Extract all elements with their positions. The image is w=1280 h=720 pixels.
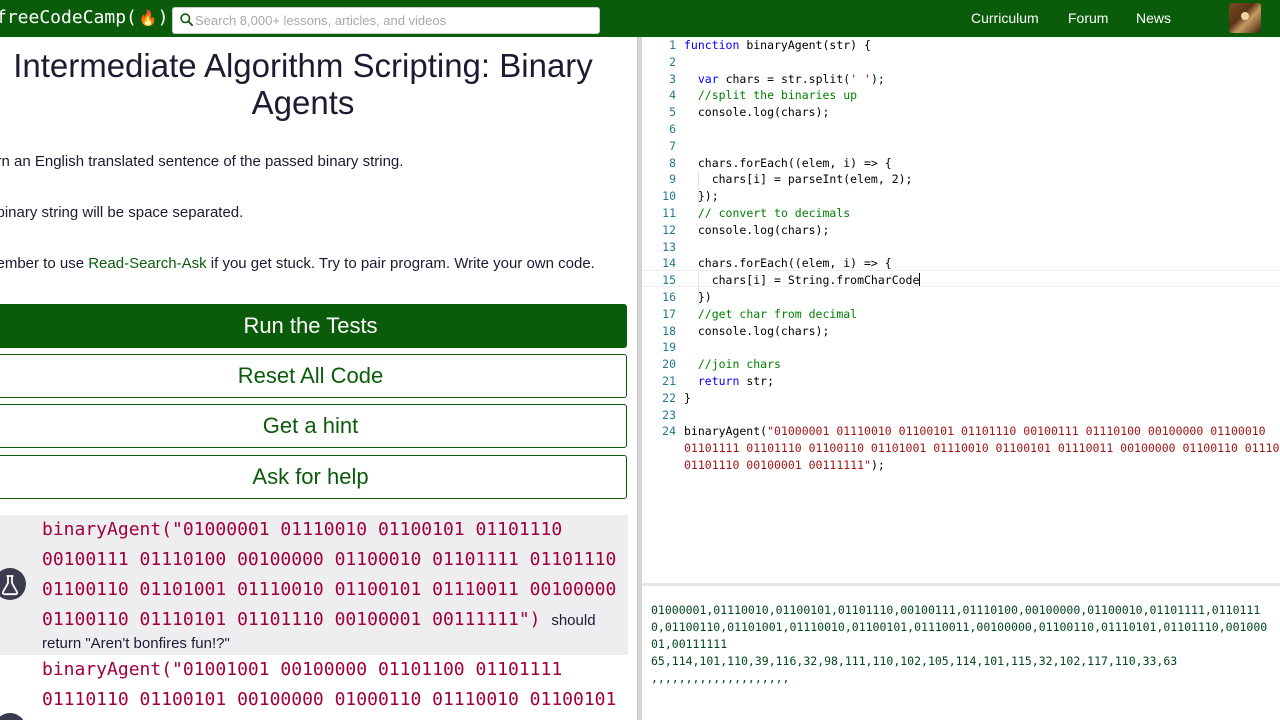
line-number: 14 bbox=[662, 256, 676, 271]
code-line[interactable]: }); bbox=[684, 189, 719, 203]
line-number: 13 bbox=[662, 239, 676, 254]
search-box[interactable] bbox=[172, 7, 600, 34]
line-number: 2 bbox=[669, 54, 676, 69]
console-output-line: 65,114,101,110,39,116,32,98,111,110,102,… bbox=[651, 654, 1178, 668]
reset-code-button[interactable]: Reset All Code bbox=[0, 354, 627, 398]
ask-help-button[interactable]: Ask for help bbox=[0, 455, 627, 499]
line-number: 20 bbox=[662, 357, 676, 372]
code-line[interactable]: return str; bbox=[684, 374, 774, 388]
logo-close: ) bbox=[157, 7, 169, 28]
line-number: 5 bbox=[669, 105, 676, 120]
line-number: 24 bbox=[662, 424, 676, 439]
test-code-text: binaryAgent("01000001 01110010 01100101 … bbox=[42, 519, 617, 630]
console-output-line: 01000001,01110010,01100101,01101110,0010… bbox=[651, 603, 1268, 651]
line-number: 15 bbox=[662, 273, 676, 288]
line-number: 21 bbox=[662, 374, 676, 388]
code-line[interactable]: var chars = str.split(' '); bbox=[684, 72, 885, 86]
line-number: 11 bbox=[662, 206, 676, 220]
description-line-2: e binary string will be space separated. bbox=[0, 204, 244, 221]
challenge-title: Intermediate Algorithm Scripting: Binary… bbox=[13, 47, 593, 121]
top-navbar: freeCodeCamp(🔥) Curriculum Forum News bbox=[0, 0, 1280, 37]
line-number: 3 bbox=[669, 71, 676, 86]
run-tests-button[interactable]: Run the Tests bbox=[0, 304, 627, 348]
test-code-text: binaryAgent("01001001 00100000 01101100 … bbox=[42, 659, 617, 710]
line-number: 8 bbox=[669, 155, 676, 170]
avatar-face bbox=[1241, 12, 1249, 20]
description-line-3-post: if you get stuck. Try to pair program. W… bbox=[206, 255, 595, 272]
user-avatar[interactable] bbox=[1229, 3, 1261, 33]
code-line[interactable]: binaryAgent("01000001 01110010 01100101 … bbox=[684, 424, 1266, 438]
line-number: 22 bbox=[662, 390, 676, 405]
logo-text: freeCodeCamp( bbox=[0, 7, 137, 28]
line-number: 9 bbox=[669, 172, 676, 187]
test-list: binaryAgent("01000001 01110010 01100101 … bbox=[0, 515, 628, 720]
code-line[interactable]: chars.forEach((elem, i) => { bbox=[684, 156, 892, 170]
code-line[interactable]: console.log(chars); bbox=[684, 105, 830, 119]
line-number: 4 bbox=[669, 88, 676, 103]
code-line[interactable]: //get char from decimal bbox=[684, 307, 857, 321]
line-number: 19 bbox=[662, 340, 676, 355]
line-number: 6 bbox=[669, 122, 676, 136]
search-icon bbox=[180, 13, 193, 26]
line-number: 1 bbox=[669, 38, 676, 52]
flask-icon bbox=[0, 568, 26, 600]
code-line[interactable]: //split the binaries up bbox=[684, 88, 857, 102]
code-editor[interactable]: 1 function binaryAgent(str) {2 3 var chars… bbox=[642, 37, 1280, 583]
test-should: should bbox=[551, 612, 596, 629]
test-code: binaryAgent("01000001 01110010 01100101 … bbox=[42, 515, 620, 636]
test-code: binaryAgent("01001001 00100000 01101100 … bbox=[42, 655, 620, 715]
console-output-line: ,,,,,,,,,,,,,,,,,,,, bbox=[651, 671, 790, 685]
freecodecamp-logo[interactable]: freeCodeCamp(🔥) bbox=[0, 6, 168, 30]
get-hint-button[interactable]: Get a hint bbox=[0, 404, 627, 448]
code-line[interactable]: chars[i] = parseInt(elem, 2); bbox=[684, 172, 913, 186]
test-return: return "Aren't bonfires fun!?" bbox=[42, 635, 230, 652]
challenge-pane: Intermediate Algorithm Scripting: Binary… bbox=[0, 37, 637, 720]
description-line-1: turn an English translated sentence of t… bbox=[0, 153, 404, 170]
indent-guide bbox=[698, 172, 699, 206]
line-number: 18 bbox=[662, 323, 676, 338]
code-line[interactable]: 01101110 00100001 00111111"); bbox=[684, 458, 885, 472]
line-number: 17 bbox=[662, 306, 676, 321]
code-line[interactable]: } bbox=[684, 391, 691, 405]
nav-link-curriculum[interactable]: Curriculum bbox=[971, 0, 1039, 37]
nav-link-forum[interactable]: Forum bbox=[1068, 0, 1108, 37]
line-number: 12 bbox=[662, 222, 676, 237]
flame-icon: 🔥 bbox=[138, 9, 158, 27]
nav-link-news[interactable]: News bbox=[1136, 0, 1171, 37]
code-line[interactable]: chars[i] = String.fromCharCode bbox=[684, 273, 921, 287]
description-line-3: member to use Read-Search-Ask if you get… bbox=[0, 255, 595, 272]
search-input[interactable] bbox=[195, 11, 591, 30]
read-search-ask-link[interactable]: Read-Search-Ask bbox=[88, 255, 206, 272]
code-line[interactable]: console.log(chars); bbox=[684, 324, 830, 338]
indent-guide bbox=[698, 273, 699, 307]
code-line[interactable]: chars.forEach((elem, i) => { bbox=[684, 256, 892, 270]
code-line[interactable]: 01101111 01101110 01100110 01101001 0111… bbox=[684, 441, 1280, 455]
line-number: 7 bbox=[669, 138, 676, 153]
line-number: 10 bbox=[662, 189, 676, 204]
flask-icon bbox=[0, 713, 26, 720]
line-number: 23 bbox=[662, 407, 676, 422]
code-line[interactable]: console.log(chars); bbox=[684, 223, 830, 237]
line-number: 16 bbox=[662, 290, 676, 304]
code-line[interactable]: //join chars bbox=[684, 357, 781, 371]
code-line[interactable]: // convert to decimals bbox=[684, 206, 850, 220]
text-cursor bbox=[919, 273, 921, 287]
code-line[interactable]: function binaryAgent(str) { bbox=[684, 38, 871, 52]
description-line-3-pre: member to use bbox=[0, 255, 85, 272]
output-console: 01000001,01110010,01100101,01101110,0010… bbox=[642, 586, 1280, 720]
